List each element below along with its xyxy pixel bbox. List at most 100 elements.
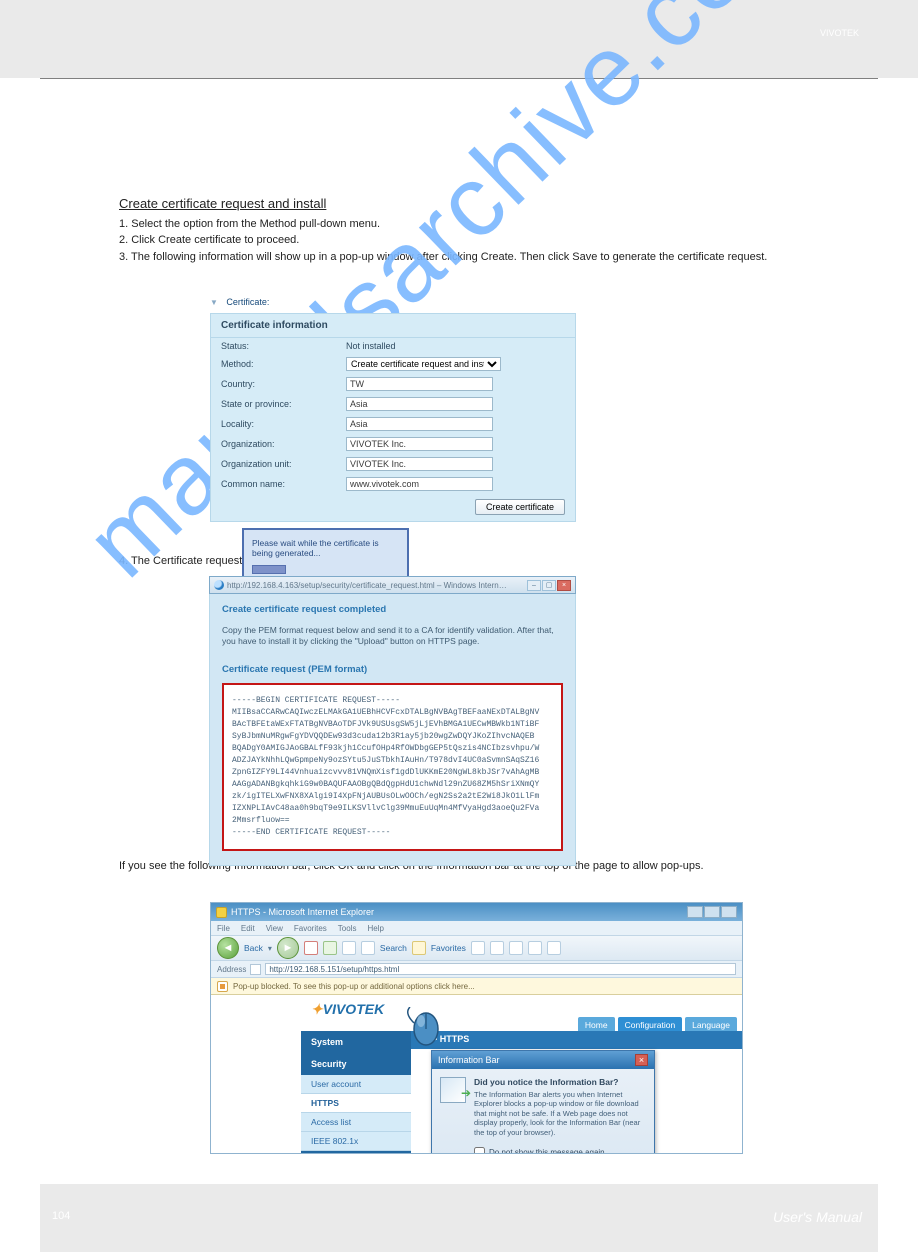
dialog-checkbox-row[interactable]: Do not show this message again. (474, 1147, 646, 1153)
menu-help[interactable]: Help (367, 924, 383, 933)
menu-tools[interactable]: Tools (338, 924, 357, 933)
popup-blocked-icon (217, 981, 228, 992)
page-number: 104 (52, 1210, 70, 1222)
row-locality: Locality: (211, 414, 575, 434)
figure-pem-window: http://192.168.4.163/setup/security/cert… (209, 576, 576, 866)
dont-show-label: Do not show this message again. (489, 1148, 607, 1153)
ie-globe-icon (214, 580, 224, 590)
misc-icon[interactable] (547, 941, 561, 955)
home-icon[interactable] (342, 941, 356, 955)
page-footer-bar: 104 User's Manual (40, 1184, 878, 1252)
information-bar[interactable]: Pop-up blocked. To see this pop-up or ad… (211, 978, 742, 995)
input-org-unit[interactable] (346, 457, 493, 471)
row-organization: Organization: (211, 434, 575, 454)
menu-file[interactable]: File (217, 924, 230, 933)
row-status: Status: Not installed (211, 338, 575, 354)
label-locality: Locality: (221, 419, 336, 429)
sidebar-item-ieee-8021x[interactable]: IEEE 802.1x (301, 1132, 411, 1151)
sidebar-item-access-list[interactable]: Access list (301, 1113, 411, 1132)
back-label: Back (244, 943, 263, 953)
sidebar-item-https[interactable]: HTTPS (301, 1094, 411, 1113)
page-icon (250, 964, 261, 975)
favorites-icon[interactable] (412, 941, 426, 955)
ie-window-title: HTTPS - Microsoft Internet Explorer (231, 907, 374, 917)
window-controls: – ▢ × (527, 580, 571, 591)
sidebar-security[interactable]: Security (301, 1053, 411, 1075)
row-country: Country: (211, 374, 575, 394)
dialog-close-button[interactable]: × (635, 1054, 648, 1066)
certificate-info-panel: Certificate information Status: Not inst… (210, 313, 576, 522)
dialog-heading: Did you notice the Information Bar? (474, 1077, 646, 1087)
cert-collapse-row[interactable]: ▼ Certificate: (210, 292, 576, 310)
row-method: Method: Create certificate request and i… (211, 354, 575, 374)
progress-bar (252, 565, 286, 574)
input-common-name[interactable] (346, 477, 493, 491)
sidebar-system[interactable]: System (301, 1031, 411, 1053)
stop-icon[interactable] (304, 941, 318, 955)
row-state: State or province: (211, 394, 575, 414)
dont-show-checkbox[interactable] (474, 1147, 485, 1153)
input-locality[interactable] (346, 417, 493, 431)
edit-doc-icon[interactable] (528, 941, 542, 955)
information-bar-dialog: Information Bar × ➔ Did you notice the I… (431, 1050, 655, 1153)
close-button[interactable]: × (557, 580, 571, 591)
back-button[interactable]: ◄ (217, 937, 239, 959)
select-method[interactable]: Create certificate request and install (346, 357, 501, 371)
history-icon[interactable] (471, 941, 485, 955)
create-certificate-button[interactable]: Create certificate (475, 499, 565, 515)
step-3: 3. The following information will show u… (119, 251, 819, 263)
back-dropdown-icon[interactable]: ▾ (268, 944, 272, 953)
vivotek-logo: ✦VIVOTEK (311, 1001, 384, 1018)
ie-maximize-button[interactable] (704, 906, 720, 918)
search-label: Search (380, 943, 407, 953)
footer-manual-label: User's Manual (773, 1209, 862, 1225)
site-sidebar: System Security User account HTTPS Acces… (301, 1031, 411, 1153)
dialog-titlebar[interactable]: Information Bar × (432, 1051, 654, 1069)
input-state[interactable] (346, 397, 493, 411)
input-organization[interactable] (346, 437, 493, 451)
sidebar-network[interactable]: Network (301, 1151, 411, 1153)
figure-certificate-panel: ▼ Certificate: Certificate information S… (210, 292, 576, 582)
menu-edit[interactable]: Edit (241, 924, 255, 933)
please-wait-text: Please wait while the certificate is bei… (252, 538, 399, 558)
pem-heading-format: Certificate request (PEM format) (222, 664, 563, 675)
window-titlebar[interactable]: http://192.168.4.163/setup/security/cert… (209, 576, 576, 594)
minimize-button[interactable]: – (527, 580, 541, 591)
row-org-unit: Organization unit: (211, 454, 575, 474)
mail-icon[interactable] (490, 941, 504, 955)
print-icon[interactable] (509, 941, 523, 955)
ie-titlebar[interactable]: HTTPS - Microsoft Internet Explorer (211, 903, 742, 921)
maximize-button[interactable]: ▢ (542, 580, 556, 591)
dialog-title-text: Information Bar (438, 1055, 500, 1065)
page-header-bar: VIVOTEK (0, 0, 918, 78)
label-country: Country: (221, 379, 336, 389)
ie-menubar[interactable]: File Edit View Favorites Tools Help (211, 921, 742, 935)
address-label: Address (217, 965, 246, 974)
label-method: Method: (221, 359, 336, 369)
figure-ie-window: HTTPS - Microsoft Internet Explorer File… (210, 902, 743, 1150)
label-state: State or province: (221, 399, 336, 409)
breadcrumb: ity > HTTPS (411, 1031, 742, 1049)
menu-favorites[interactable]: Favorites (294, 924, 327, 933)
menu-view[interactable]: View (266, 924, 283, 933)
ie-window-controls (687, 906, 737, 918)
input-country[interactable] (346, 377, 493, 391)
refresh-icon[interactable] (323, 941, 337, 955)
forward-button[interactable]: ► (277, 937, 299, 959)
sidebar-item-user-account[interactable]: User account (301, 1075, 411, 1094)
pem-textbox[interactable]: -----BEGIN CERTIFICATE REQUEST-----MIIBs… (222, 683, 563, 851)
search-icon[interactable] (361, 941, 375, 955)
address-input[interactable]: http://192.168.5.151/setup/https.html (265, 963, 736, 975)
label-common-name: Common name: (221, 479, 336, 489)
dialog-paragraph: The Information Bar alerts you when Inte… (474, 1090, 646, 1137)
pem-heading-completed: Create certificate request completed (222, 604, 563, 615)
browser-viewport: ✦VIVOTEK Home Configuration Language ity… (211, 995, 742, 1153)
label-org-unit: Organization unit: (221, 459, 336, 469)
step-1: 1. Select the option from the Method pul… (119, 218, 380, 230)
ie-close-button[interactable] (721, 906, 737, 918)
triangle-down-icon: ▼ (210, 298, 218, 307)
ie-minimize-button[interactable] (687, 906, 703, 918)
label-organization: Organization: (221, 439, 336, 449)
pem-instructions: Copy the PEM format request below and se… (222, 625, 563, 648)
popup-blocked-text: Pop-up blocked. To see this pop-up or ad… (233, 982, 475, 991)
